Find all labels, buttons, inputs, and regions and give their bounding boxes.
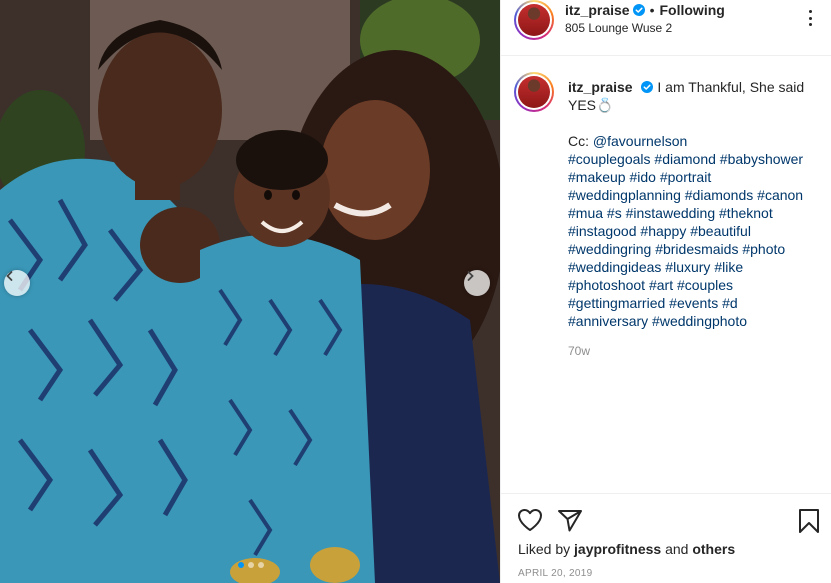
post-date[interactable]: APRIL 20, 2019 xyxy=(518,568,592,579)
hashtag-link[interactable]: #mua xyxy=(568,205,603,221)
carousel-prev-button[interactable] xyxy=(4,270,30,296)
following-button[interactable]: Following xyxy=(660,2,725,18)
hashtag-link[interactable]: #happy xyxy=(640,223,686,239)
chevron-right-icon xyxy=(467,271,474,281)
hashtag-link[interactable]: #instawedding xyxy=(626,205,716,221)
hashtag-link[interactable]: #instagood xyxy=(568,223,637,239)
chevron-left-icon xyxy=(6,271,13,281)
mention-link[interactable]: @favournelson xyxy=(593,133,687,149)
hashtag-link[interactable]: #anniversary xyxy=(568,313,648,329)
hashtag-link[interactable]: #canon xyxy=(757,187,803,203)
hashtag-link[interactable]: #photo xyxy=(742,241,785,257)
caption-avatar[interactable] xyxy=(514,72,554,112)
heart-icon[interactable] xyxy=(517,508,543,532)
carousel-dot xyxy=(258,562,264,568)
cc-label: Cc: xyxy=(568,133,589,149)
hashtag-link[interactable]: #couples xyxy=(677,277,733,293)
separator-dot: • xyxy=(649,2,655,18)
hashtag-link[interactable]: #weddingideas xyxy=(568,259,661,275)
post-details-panel: itz_praise • Following 805 Lounge Wuse 2… xyxy=(500,0,831,583)
hashtag-link[interactable]: #makeup xyxy=(568,169,626,185)
hashtag-link[interactable]: #d xyxy=(722,295,738,311)
location-link[interactable]: 805 Lounge Wuse 2 xyxy=(565,21,672,35)
post-age[interactable]: 70w xyxy=(568,344,590,358)
hashtag-link[interactable]: #diamonds xyxy=(685,187,754,203)
more-options-icon[interactable] xyxy=(803,10,817,26)
hashtag-link[interactable]: #art xyxy=(649,277,673,293)
liked-by-and: and xyxy=(665,541,689,557)
post-actions: Liked by jayprofitness and others APRIL … xyxy=(501,493,831,583)
carousel-dot xyxy=(248,562,254,568)
hashtag-link[interactable]: #s xyxy=(607,205,622,221)
caption-username-link[interactable]: itz_praise xyxy=(568,79,633,95)
verified-badge-icon xyxy=(641,81,654,93)
verified-badge-icon xyxy=(632,4,645,16)
carousel-dot xyxy=(238,562,244,568)
family-photo-illustration xyxy=(0,0,500,583)
ring-emoji: 💍 xyxy=(596,97,614,113)
liked-by-others-link[interactable]: others xyxy=(692,541,735,557)
carousel-indicator xyxy=(238,562,264,568)
caption-mentions: Cc: @favournelson xyxy=(568,132,818,150)
post-photo[interactable] xyxy=(0,0,500,583)
username-link[interactable]: itz_praise xyxy=(565,2,630,18)
hashtag-link[interactable]: #events xyxy=(669,295,718,311)
likes-summary: Liked by jayprofitness and others xyxy=(518,541,735,557)
hashtag-link[interactable]: #portrait xyxy=(660,169,711,185)
bookmark-icon[interactable] xyxy=(798,508,820,534)
hashtag-link[interactable]: #photoshoot xyxy=(568,277,645,293)
hashtag-list: #couplegoals #diamond #babyshower #makeu… xyxy=(568,150,818,330)
hashtag-link[interactable]: #weddingring xyxy=(568,241,651,257)
hashtag-link[interactable]: #theknot xyxy=(719,205,773,221)
liked-by-label: Liked by xyxy=(518,541,571,557)
hashtag-link[interactable]: #weddingplanning xyxy=(568,187,681,203)
hashtag-link[interactable]: #bridesmaids xyxy=(655,241,738,257)
hashtag-link[interactable]: #like xyxy=(714,259,743,275)
hashtag-link[interactable]: #luxury xyxy=(665,259,710,275)
carousel-next-button[interactable] xyxy=(464,270,490,296)
header-name-row: itz_praise • Following xyxy=(565,2,725,18)
hashtag-link[interactable]: #couplegoals xyxy=(568,151,651,167)
paper-plane-icon[interactable] xyxy=(557,508,583,532)
hashtag-link[interactable]: #gettingmarried xyxy=(568,295,665,311)
post-header: itz_praise • Following 805 Lounge Wuse 2 xyxy=(501,0,831,56)
avatar[interactable] xyxy=(514,0,554,40)
liked-by-user-link[interactable]: jayprofitness xyxy=(574,541,661,557)
hashtag-link[interactable]: #diamond xyxy=(654,151,716,167)
hashtag-link[interactable]: #ido xyxy=(629,169,655,185)
hashtag-link[interactable]: #babyshower xyxy=(720,151,803,167)
hashtag-link[interactable]: #beautiful xyxy=(690,223,751,239)
hashtag-link[interactable]: #weddingphoto xyxy=(652,313,747,329)
post-caption: itz_praise I am Thankful, She said YES💍 … xyxy=(568,78,818,330)
